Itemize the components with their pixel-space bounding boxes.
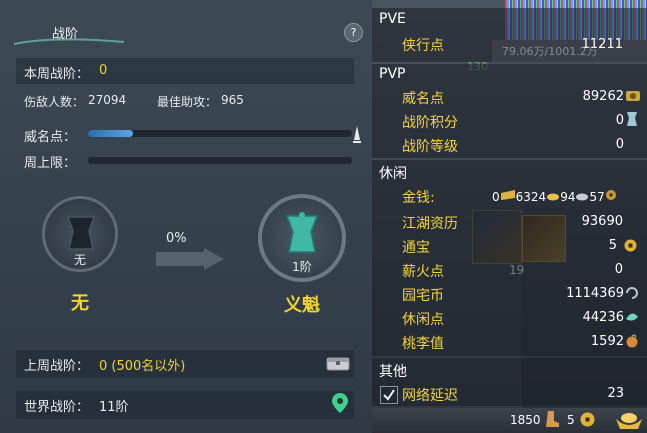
- boot-icon: [546, 411, 559, 427]
- background-hp-text: 79.06万/1001.2万: [502, 45, 598, 58]
- location-pin-icon[interactable]: [332, 393, 348, 413]
- pvp-item-value: 0: [615, 137, 624, 152]
- copper-coin-icon: [605, 190, 616, 200]
- leisure-item-label: 江湖资历: [402, 216, 458, 232]
- pvp-item-value: 89262: [582, 89, 624, 104]
- gold-ingot-icon: [500, 190, 515, 200]
- upgrade-arrow-icon: [156, 248, 224, 270]
- current-rank-level: 无: [73, 253, 86, 267]
- week-rank-value: 0: [99, 63, 108, 78]
- pve-item-label: 侠行点: [402, 38, 444, 54]
- money-d: 57: [589, 190, 605, 204]
- checkmark-icon: [383, 389, 395, 401]
- pvp-item-label: 威名点: [402, 91, 444, 107]
- leisure-item-value: 5: [608, 238, 617, 253]
- leisure-item-value: 0: [614, 262, 623, 277]
- gold-ingot-shop-icon[interactable]: [614, 409, 644, 431]
- help-button[interactable]: ?: [344, 23, 363, 42]
- pvp-item-label: 战阶积分: [402, 115, 458, 131]
- tongbao-coin-icon: [624, 239, 637, 252]
- bottom-value-1: 1850: [510, 413, 541, 427]
- world-rank-value: 11阶: [99, 400, 129, 415]
- next-rank-name: 义魁: [284, 295, 320, 316]
- pve-header: PVE: [379, 11, 406, 27]
- money-b: 6324: [515, 190, 547, 204]
- background-number: 19: [509, 263, 525, 277]
- title-decoration: [14, 38, 124, 45]
- leisure-item-label: 休闲点: [402, 312, 444, 328]
- week-cap-label: 周上限：: [24, 156, 77, 171]
- fame-icon: [626, 91, 640, 101]
- kills-label: 伤敌人数：: [24, 95, 85, 109]
- tongbao-coin-icon: [580, 412, 595, 427]
- world-rank-label: 世界战阶：: [24, 400, 90, 415]
- pvp-item-value: 0: [615, 113, 624, 128]
- cap-marker-icon: [353, 126, 361, 143]
- pvp-item-label: 战阶等级: [402, 139, 458, 155]
- current-rank-medal: 无: [42, 196, 118, 272]
- week-cap-progress-bar: [88, 157, 352, 164]
- money-values: 0 6324 94 57: [492, 189, 617, 204]
- leisure-item-value: 1114369: [566, 286, 624, 301]
- progress-percent: 0%: [166, 231, 187, 246]
- assists-label: 最佳助攻：: [157, 95, 218, 109]
- leisure-item-label: 桃李值: [402, 336, 444, 352]
- leisure-point-icon: [626, 313, 638, 321]
- current-rank-name: 无: [71, 293, 89, 314]
- leisure-header: 休闲: [379, 166, 407, 182]
- leisure-item-value: 93690: [581, 214, 623, 229]
- currency-stats-panel: PVE 侠行点 11211 79.06万/1001.2万 130 PVP 威名点…: [372, 0, 647, 433]
- next-rank-medal: 1阶: [258, 194, 346, 282]
- leisure-item-value: 1592: [590, 334, 624, 349]
- money-a: 0: [492, 190, 500, 204]
- gold-coin-icon: [547, 193, 560, 201]
- leisure-item-label: 通宝: [402, 240, 430, 256]
- latency-label: 网络延迟: [402, 388, 458, 404]
- other-header: 其他: [379, 364, 407, 380]
- silver-coin-icon: [576, 193, 589, 201]
- week-rank-label: 本周战阶：: [24, 67, 90, 82]
- fame-progress-fill: [88, 130, 133, 137]
- leisure-item-value: 44236: [582, 310, 624, 325]
- assists-value: 965: [221, 93, 244, 107]
- next-rank-level: 1阶: [292, 260, 312, 274]
- rank-badge-icon: [66, 216, 96, 250]
- leisure-item-label: 薪火点: [402, 264, 444, 280]
- fame-progress-bar: [88, 130, 352, 137]
- fame-label: 威名点：: [24, 130, 77, 145]
- money-c: 94: [560, 190, 576, 204]
- money-label: 金钱:: [402, 190, 435, 206]
- leisure-item-label: 园宅币: [402, 288, 444, 304]
- bottom-value-2: 5: [567, 413, 575, 427]
- latency-checkbox[interactable]: [380, 386, 398, 404]
- peach-icon: [626, 334, 638, 348]
- rank-badge-icon: [285, 212, 319, 253]
- last-rank-value: 0 (500名以外): [99, 359, 186, 374]
- house-coin-icon: [626, 287, 638, 299]
- kills-value: 27094: [88, 93, 127, 107]
- rank-points-icon: [627, 112, 637, 126]
- latency-value: 23: [607, 386, 624, 401]
- treasure-chest-icon[interactable]: [326, 355, 350, 371]
- last-rank-label: 上周战阶：: [24, 359, 90, 374]
- battle-rank-panel: 战阶 ? 本周战阶： 0 伤敌人数： 27094 最佳助攻： 965 威名点： …: [0, 0, 372, 433]
- pvp-header: PVP: [379, 66, 406, 82]
